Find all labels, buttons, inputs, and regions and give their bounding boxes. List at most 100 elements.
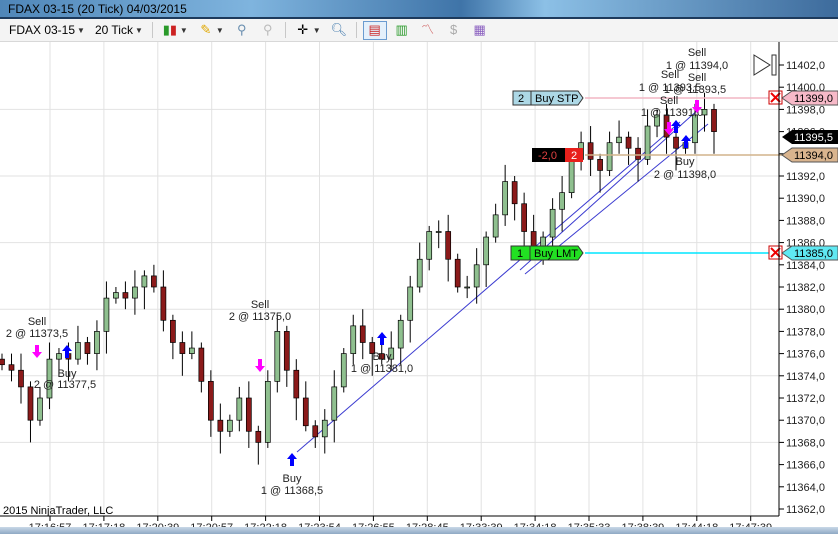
remove-indicator-button[interactable]: ⚲ [257, 21, 279, 40]
candle-down [302, 397, 309, 427]
candle-down [151, 275, 157, 288]
svg-text:Buy: Buy [283, 473, 302, 485]
y-tick-label: 11388,0 [786, 215, 825, 227]
svg-text:2 @ 11373,5: 2 @ 11373,5 [6, 328, 68, 340]
candle-down [170, 319, 176, 343]
svg-text:2: 2 [518, 93, 524, 105]
dollar-button[interactable]: $ [443, 21, 465, 40]
remove-indicator-icon: ⚲ [262, 22, 273, 37]
candle-up [274, 331, 281, 382]
candle-up [549, 208, 556, 238]
bar-style-button[interactable]: ▥ [391, 21, 413, 40]
candle-up [264, 381, 271, 443]
candle-up [321, 419, 328, 438]
y-tick-label: 11392,0 [786, 171, 825, 183]
candle-up [132, 286, 138, 299]
svg-text:1 @ 11381,0: 1 @ 11381,0 [351, 363, 413, 375]
svg-text:Sell: Sell [661, 69, 679, 81]
y-tick-label: 11366,0 [786, 460, 825, 472]
y-tick-label: 11380,0 [786, 304, 825, 316]
y-tick-label: 11372,0 [786, 393, 825, 405]
candle-up [397, 319, 404, 349]
y-tick-label: 11376,0 [786, 349, 825, 361]
scroll-to-end-button[interactable] [753, 54, 777, 76]
svg-text:Sell: Sell [660, 95, 678, 107]
taskbar [0, 527, 838, 534]
y-tick-label: 11402,0 [786, 60, 825, 72]
data-box-button[interactable]: ▦ [469, 21, 491, 40]
chevron-down-icon: ▼ [134, 25, 143, 35]
svg-text:11395,5: 11395,5 [794, 132, 833, 144]
svg-text:2 @ 11375,0: 2 @ 11375,0 [229, 311, 291, 323]
candle-up [189, 347, 195, 354]
price-chart[interactable]: 2 Buy STP 1 Buy LMT -2,0 2 Sell 2 @ 1137… [0, 0, 838, 534]
svg-text:Buy: Buy [676, 156, 695, 168]
chart-style-button[interactable]: ▮▮ ▼ [159, 21, 191, 40]
strategies-button[interactable]: 〽 [417, 21, 439, 40]
chart-trader-button[interactable]: ▤ [362, 20, 387, 40]
svg-text:2 @ 11398,0: 2 @ 11398,0 [654, 169, 716, 181]
candle-down [198, 347, 205, 382]
instrument-selector[interactable]: FDAX 03-15 ▼ [6, 21, 88, 40]
svg-text:1: 1 [517, 248, 523, 260]
title-bar: FDAX 03-15 (20 Tick) 04/03/2015 [0, 0, 838, 19]
candle-up [568, 159, 575, 194]
zoom-button[interactable]: 🔍︎ [328, 21, 350, 40]
y-tick-label: 11368,0 [786, 437, 825, 449]
candle-down [179, 342, 186, 354]
candle-up [236, 397, 243, 421]
crosshair-icon: ✛ [297, 22, 309, 37]
svg-text:11385,0: 11385,0 [794, 248, 833, 260]
crosshair-button[interactable]: ✛ ▼ [292, 21, 324, 40]
bar-style-icon: ▥ [395, 22, 408, 37]
position-tag[interactable]: -2,0 2 [532, 148, 583, 162]
candle-up [464, 286, 471, 289]
add-indicator-button[interactable]: ⚲ [231, 21, 253, 40]
y-tick-label: 11370,0 [786, 415, 825, 427]
candle-down [122, 292, 129, 299]
buy-lmt-order-tag[interactable]: 1 Buy LMT [510, 245, 584, 261]
y-tick-label: 11362,0 [786, 504, 825, 516]
svg-text:Sell: Sell [688, 47, 706, 59]
candle-up [37, 397, 43, 421]
candle-up [692, 114, 698, 144]
buy-stp-order-tag[interactable]: 2 Buy STP [512, 90, 584, 106]
candle-up [416, 258, 423, 288]
svg-text:1 @ 11368,5: 1 @ 11368,5 [261, 485, 323, 497]
candle-down [208, 381, 214, 421]
cancel-buy-lmt-button[interactable] [768, 245, 783, 260]
candle-up [56, 353, 62, 360]
trend-line [296, 121, 681, 453]
chart-toolbar: FDAX 03-15 ▼ 20 Tick ▼ ▮▮ ▼ ✎ ▼ ⚲ ⚲ ✛ ▼ 🔍︎ ▤ … [0, 19, 838, 42]
cancel-buy-stp-button[interactable] [768, 90, 783, 105]
chart-trader-icon: ▤ [368, 22, 381, 37]
interval-selector[interactable]: 20 Tick ▼ [92, 21, 146, 40]
sell-arrow-icon [255, 359, 265, 372]
candle-up [350, 325, 357, 354]
candle-up [94, 331, 100, 354]
candle-up [435, 231, 442, 233]
executions: Sell 2 @ 11373,5 Buy 2 @ 11377,5 Sell 2 … [6, 47, 728, 497]
sell-arrow-icon [32, 345, 42, 358]
buy-arrow-icon [287, 453, 297, 466]
candle-down [625, 136, 632, 149]
candle-up [559, 192, 565, 210]
drawing-tools-button[interactable]: ✎ ▼ [195, 21, 227, 40]
candle-down [587, 142, 594, 160]
buy-lmt-price-tag[interactable]: 11385,0 [781, 245, 838, 261]
candle-down [255, 430, 262, 443]
candle-up [113, 292, 119, 299]
svg-text:Buy: Buy [373, 351, 392, 363]
candle-down [673, 136, 679, 149]
chevron-down-icon: ▼ [77, 25, 85, 35]
svg-text:Buy LMT: Buy LMT [534, 248, 578, 260]
buy-stp-price-tag[interactable]: 11399,0 [781, 90, 838, 106]
candle-up [492, 214, 499, 238]
candle-up [426, 231, 433, 260]
svg-text:Buy STP: Buy STP [535, 93, 578, 105]
y-tick-label: 11374,0 [786, 371, 825, 383]
candle-down [359, 325, 366, 343]
candle-down [445, 231, 452, 260]
price-axis[interactable]: 11402,011400,011398,011396,011394,011392… [779, 60, 825, 516]
buy-arrow-icon [377, 332, 387, 345]
